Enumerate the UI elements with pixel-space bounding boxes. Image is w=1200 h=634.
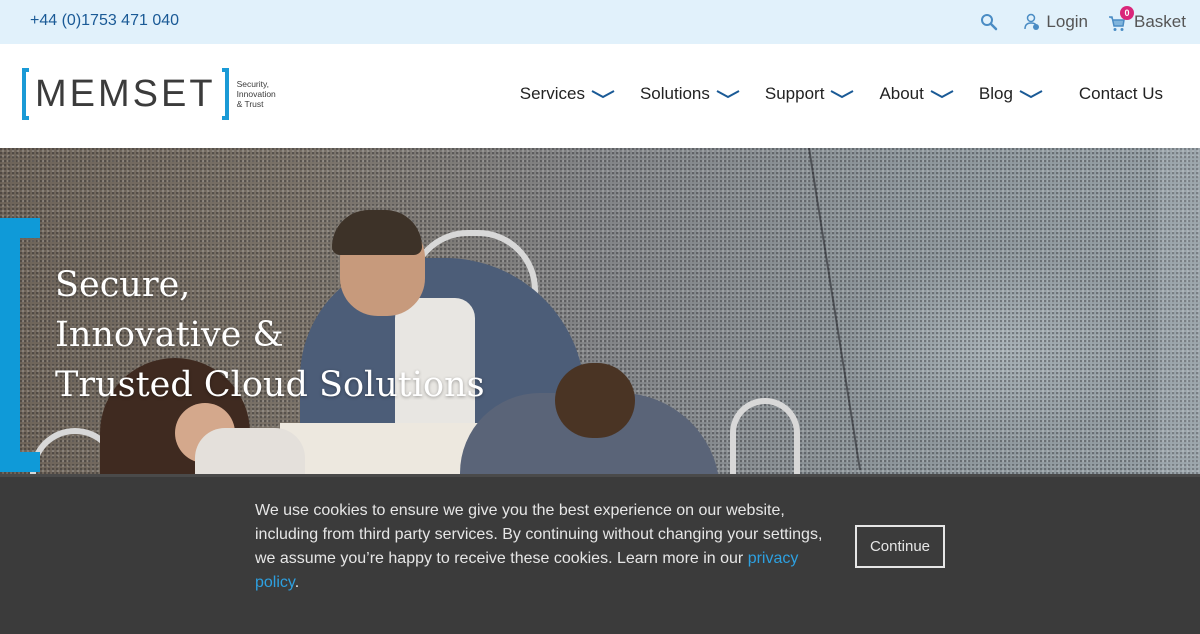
hero-banner: Secure, Innovative & Trusted Cloud Solut… xyxy=(0,148,1200,474)
basket-icon-wrap: 0 xyxy=(1108,6,1135,32)
chevron-down-icon xyxy=(930,90,954,99)
chevron-down-icon xyxy=(716,90,740,99)
nav-label: Blog xyxy=(978,84,1013,103)
hero-bracket-decoration xyxy=(0,218,40,472)
nav-label: Support xyxy=(764,84,825,103)
phone-number[interactable]: +44 (0)1753 471 040 xyxy=(30,12,179,30)
logo-wordmark: MEMSET xyxy=(35,73,216,115)
nav-label: Contact Us xyxy=(1078,84,1163,103)
login-link[interactable]: Login xyxy=(1024,12,1088,32)
cookie-continue-button[interactable]: Continue xyxy=(855,525,945,568)
nav-label: Services xyxy=(519,84,585,103)
chevron-down-icon xyxy=(830,90,854,99)
cookie-banner: We use cookies to ensure we give you the… xyxy=(0,474,1200,634)
tagline-line: Innovation xyxy=(236,89,276,99)
user-icon xyxy=(1024,13,1040,30)
cookie-message-text: We use cookies to ensure we give you the… xyxy=(255,502,823,567)
tagline-line: Security, xyxy=(236,79,269,89)
nav-label: Solutions xyxy=(639,84,710,103)
nav-blog[interactable]: Blog xyxy=(979,84,1043,104)
hero-title-line: Secure, xyxy=(55,265,191,305)
nav-contact-us[interactable]: Contact Us xyxy=(1079,84,1163,104)
logo-bracket-right xyxy=(221,68,229,120)
nav-about[interactable]: About xyxy=(879,84,954,104)
hero-title-line: Trusted Cloud Solutions xyxy=(55,365,485,405)
cookie-message-end: . xyxy=(294,574,300,591)
hero-photo-person xyxy=(195,428,305,474)
cookie-message: We use cookies to ensure we give you the… xyxy=(255,499,835,595)
nav-support[interactable]: Support xyxy=(765,84,855,104)
top-bar: +44 (0)1753 471 040 Login 0 Basket xyxy=(0,0,1200,44)
basket-label: Basket xyxy=(1134,12,1186,31)
logo-tagline: Security, Innovation & Trust xyxy=(237,79,297,109)
main-nav: Services Solutions Support About Blog Co… xyxy=(495,84,1163,104)
nav-solutions[interactable]: Solutions xyxy=(640,84,740,104)
basket-link[interactable]: 0 Basket xyxy=(1108,6,1186,32)
chevron-down-icon xyxy=(1019,90,1043,99)
top-actions: Login 0 Basket xyxy=(960,6,1186,34)
login-label: Login xyxy=(1046,12,1089,31)
tagline-line: & Trust xyxy=(236,99,264,109)
memset-logo[interactable]: MEMSET Security, Innovation & Trust xyxy=(22,68,297,120)
hero-title: Secure, Innovative & Trusted Cloud Solut… xyxy=(55,260,485,410)
logo-bracket-left xyxy=(22,68,29,120)
search-icon xyxy=(981,14,998,31)
nav-label: About xyxy=(879,84,924,103)
basket-count-badge: 0 xyxy=(1120,6,1135,20)
chevron-down-icon xyxy=(591,90,615,99)
hero-edge-fade xyxy=(1158,148,1200,474)
hero-title-line: Innovative & xyxy=(55,315,284,355)
search-button[interactable] xyxy=(980,13,1004,31)
hero-photo-person xyxy=(555,363,635,438)
nav-services[interactable]: Services xyxy=(520,84,615,104)
hero-photo-table xyxy=(280,423,480,474)
hero-photo-chair xyxy=(730,398,800,474)
site-header: MEMSET Security, Innovation & Trust Serv… xyxy=(0,44,1200,148)
